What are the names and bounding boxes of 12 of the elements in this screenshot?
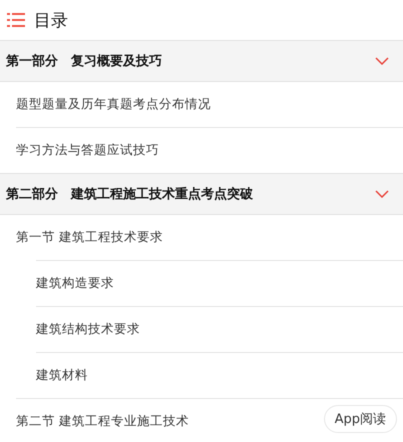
toc-item[interactable]: 建筑结构技术要求 (36, 306, 403, 352)
section-header[interactable]: 第二部分 建筑工程施工技术重点考点突破 (0, 173, 403, 215)
list-icon (7, 13, 25, 27)
section-title: 第一部分 复习概要及技巧 (6, 52, 162, 70)
toc-item[interactable]: 第一节 建筑工程技术要求 (16, 215, 403, 260)
section-title: 第二部分 建筑工程施工技术重点考点突破 (6, 186, 253, 203)
toc-item[interactable]: 建筑材料 (36, 352, 403, 398)
toc-item[interactable]: 建筑构造要求 (36, 260, 403, 306)
page-title: 目录 (34, 10, 68, 32)
section-header[interactable]: 第一部分 复习概要及技巧 (0, 40, 403, 82)
toc-item[interactable]: 题型题量及历年真题考点分布情况 (16, 82, 403, 127)
app-read-button[interactable]: App阅读 (324, 405, 397, 433)
